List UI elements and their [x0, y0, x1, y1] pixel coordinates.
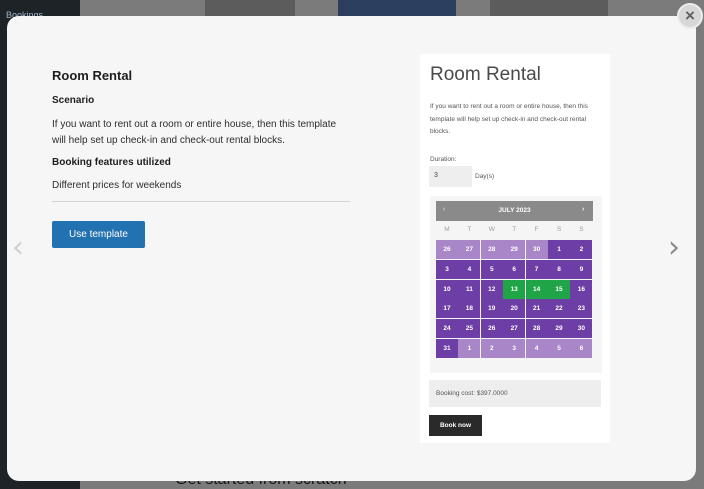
calendar-day[interactable]: 3 [503, 339, 526, 358]
calendar-day[interactable]: 22 [548, 299, 570, 319]
calendar-day[interactable]: 24 [436, 319, 458, 339]
template-title: Room Rental [52, 68, 133, 83]
duration-unit: Day(s) [475, 173, 495, 180]
calendar-day[interactable]: 1 [548, 240, 570, 259]
calendar-day[interactable]: 20 [503, 299, 526, 319]
calendar-day[interactable]: 27 [503, 319, 526, 339]
features-description: Different prices for weekends [52, 180, 182, 191]
calendar-day[interactable]: 26 [436, 240, 458, 259]
calendar-day[interactable]: 29 [503, 240, 526, 259]
template-thumbnail [490, 0, 608, 16]
calendar-day[interactable]: 27 [458, 240, 481, 259]
calendar-day[interactable]: 6 [570, 339, 593, 358]
duration-label: Duration: [430, 156, 457, 163]
calendar-day[interactable]: 30 [525, 240, 548, 259]
calendar-day[interactable]: 28 [480, 240, 503, 259]
calendar-header: ‹ JULY 2023 › [436, 201, 593, 221]
calendar-month: JULY 2023 [498, 207, 531, 214]
calendar-day[interactable]: 1 [458, 339, 481, 358]
preview-description: If you want to rent out a room or entire… [430, 103, 588, 135]
close-icon[interactable]: × [677, 3, 703, 29]
calendar-day[interactable]: 25 [458, 319, 481, 339]
scenario-description: If you want to rent out a room or entire… [52, 119, 337, 146]
calendar-day[interactable]: 2 [480, 339, 503, 358]
template-thumbnail [338, 0, 456, 16]
calendar-day[interactable]: 26 [480, 319, 503, 339]
calendar-day-selected[interactable]: 13 [503, 279, 526, 299]
calendar-day[interactable]: 23 [570, 299, 593, 319]
calendar-weekday: T [512, 226, 517, 233]
calendar-weekday: S [556, 226, 562, 233]
calendar-day[interactable]: 21 [525, 299, 548, 319]
calendar-day[interactable]: 2 [570, 240, 593, 259]
calendar-day[interactable]: 16 [570, 279, 593, 299]
calendar-day[interactable]: 5 [548, 339, 570, 358]
calendar-day[interactable]: 18 [458, 299, 481, 319]
preview-title: Room Rental [430, 64, 541, 85]
calendar-day[interactable]: 5 [480, 259, 503, 279]
calendar-day[interactable]: 12 [480, 279, 503, 299]
calendar-day-selected[interactable]: 15 [548, 279, 570, 299]
template-preview-modal: Room Rental Scenario If you want to rent… [7, 16, 696, 481]
booking-cost: Booking cost: $397.0000 [429, 380, 601, 407]
chevron-right-icon[interactable]: › [582, 206, 584, 213]
calendar-day[interactable]: 7 [525, 259, 548, 279]
calendar-weekday: T [467, 226, 472, 233]
calendar-day[interactable]: 8 [548, 259, 570, 279]
book-now-button[interactable]: Book now [429, 415, 482, 436]
calendar-day-selected[interactable]: 14 [525, 279, 548, 299]
calendar-day[interactable]: 31 [436, 339, 458, 358]
calendar-weekday: M [444, 226, 450, 233]
calendar-day[interactable]: 4 [458, 259, 481, 279]
calendar-weekday: F [534, 226, 539, 233]
next-template-icon[interactable]: › [668, 233, 688, 263]
calendar-day[interactable]: 11 [458, 279, 481, 299]
calendar-day[interactable]: 29 [548, 319, 570, 339]
calendar-day[interactable]: 9 [570, 259, 593, 279]
previous-template-icon[interactable]: ‹ [12, 233, 32, 263]
booking-calendar: ‹ JULY 2023 › M T W T F S S 26 27 28 29 30 1 2 3 4 5 6 7 8 9… [430, 196, 602, 373]
calendar-weekday: S [579, 226, 584, 233]
duration-input[interactable]: 3 [429, 166, 472, 187]
booking-form-preview: Room Rental If you want to rent out a ro… [420, 54, 610, 443]
calendar-day[interactable]: 19 [480, 299, 503, 319]
features-heading: Booking features utilized [52, 157, 171, 168]
calendar-day[interactable]: 28 [525, 319, 548, 339]
calendar-day[interactable]: 4 [525, 339, 548, 358]
calendar-day[interactable]: 17 [436, 299, 458, 319]
use-template-button[interactable]: Use template [52, 221, 145, 248]
calendar-weekday: W [488, 226, 495, 233]
calendar-day[interactable]: 30 [570, 319, 593, 339]
template-thumbnail [205, 0, 295, 16]
scenario-heading: Scenario [52, 95, 95, 106]
calendar-day[interactable]: 6 [503, 259, 526, 279]
calendar-day[interactable]: 3 [436, 259, 458, 279]
calendar-day[interactable]: 10 [436, 279, 458, 299]
divider [52, 201, 350, 202]
